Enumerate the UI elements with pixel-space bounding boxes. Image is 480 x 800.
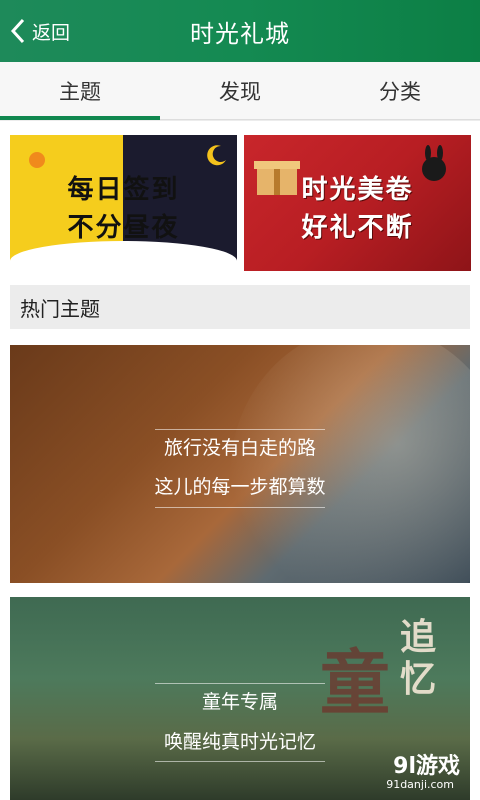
caption-rule-top bbox=[155, 429, 325, 430]
checkin-line2: 不分昼夜 bbox=[67, 213, 180, 243]
checkin-line1: 每日签到 bbox=[67, 175, 180, 205]
caption-rule-bottom bbox=[155, 507, 325, 508]
chevron-left-icon bbox=[10, 18, 25, 44]
theme-card-travel[interactable]: 旅行没有白走的路 这儿的每一步都算数 bbox=[10, 345, 470, 583]
tab-category[interactable]: 分类 bbox=[320, 62, 480, 119]
card-caption-line1: 旅行没有白走的路 bbox=[163, 437, 316, 459]
moon-icon bbox=[207, 145, 226, 166]
watermark-logo: 9l游戏 bbox=[393, 754, 460, 779]
caption-rule-bottom bbox=[155, 761, 325, 762]
tab-discover[interactable]: 发现 bbox=[160, 62, 320, 119]
back-label: 返回 bbox=[32, 21, 71, 44]
header: 返回 时光礼城 bbox=[0, 0, 480, 62]
gift-line1: 时光美卷 bbox=[301, 175, 414, 205]
page-title: 时光礼城 bbox=[190, 19, 290, 48]
main-content: 每日签到 不分昼夜 时光美卷 好礼不断 热门主题 旅行没有白走的路 这儿的每一步… bbox=[0, 121, 480, 800]
gift-line2: 好礼不断 bbox=[301, 213, 414, 243]
wave-foam bbox=[230, 345, 470, 583]
theme-card-childhood[interactable]: 童 追忆 童年专属 唤醒纯真时光记忆 9l游戏 91danji.com bbox=[10, 597, 470, 800]
card-caption-line2: 这儿的每一步都算数 bbox=[154, 476, 326, 498]
section-title: 热门主题 bbox=[10, 285, 470, 329]
watermark: 9l游戏 91danji.com bbox=[342, 748, 460, 794]
tab-theme[interactable]: 主题 bbox=[0, 62, 160, 120]
card-caption-line1: 童年专属 bbox=[201, 691, 278, 713]
tab-bar: 主题 发现 分类 bbox=[0, 62, 480, 120]
caption-rule-top bbox=[155, 683, 325, 684]
checkin-banner[interactable]: 每日签到 不分昼夜 bbox=[10, 135, 237, 271]
watermark-url: 91danji.com bbox=[386, 778, 454, 791]
back-button[interactable]: 返回 bbox=[8, 0, 70, 62]
gift-banner[interactable]: 时光美卷 好礼不断 bbox=[244, 135, 471, 271]
